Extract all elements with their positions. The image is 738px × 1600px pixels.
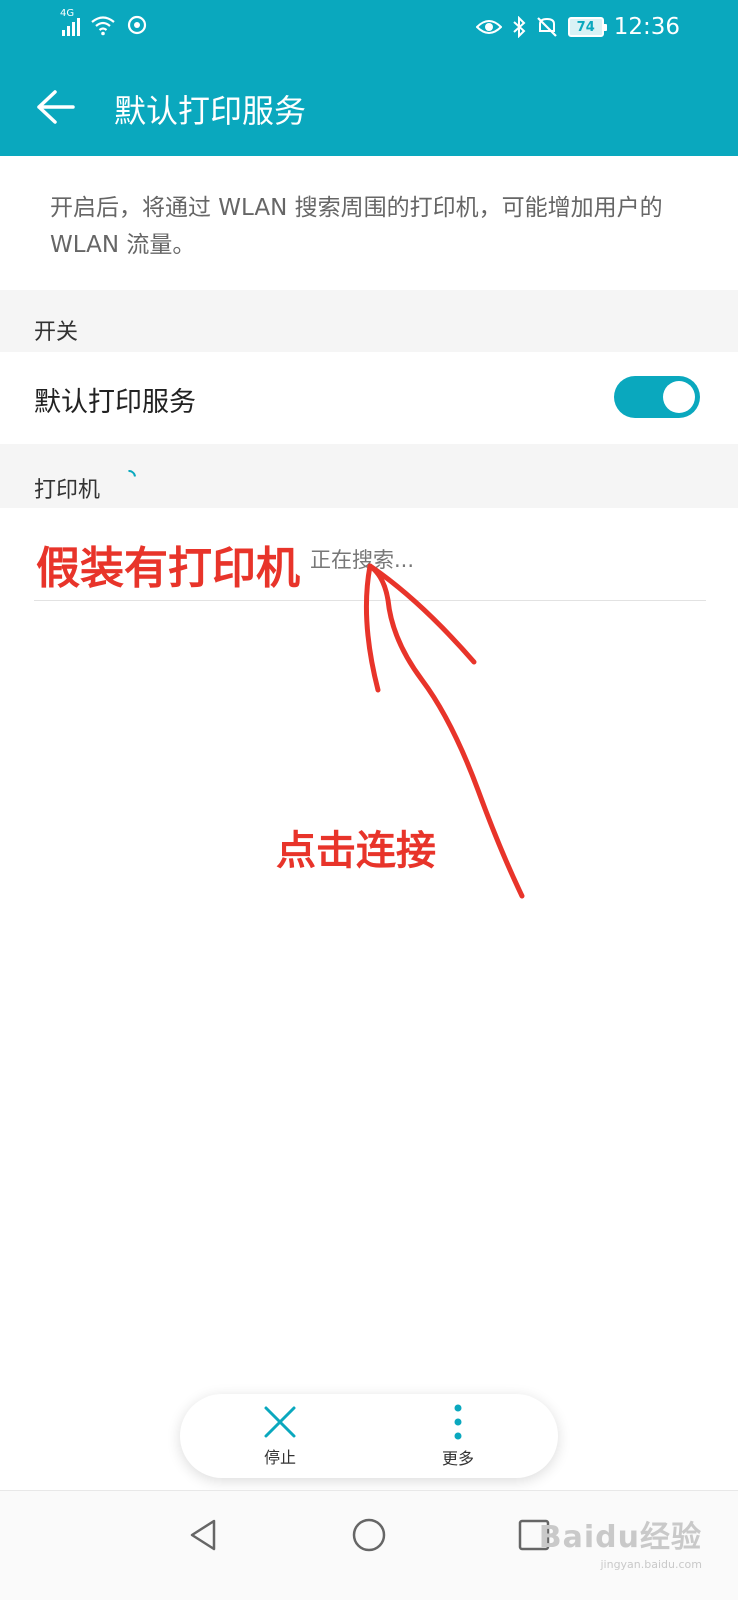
annotation-fake-printer: 假装有打印机 [36,543,300,594]
status-bar: 4G 74 12:36 [0,0,738,58]
bottom-toolbar: 停止 更多 [180,1394,558,1478]
bluetooth-icon [513,16,526,38]
more-vertical-icon [454,1404,462,1440]
signal-icon: 4G [60,8,80,36]
description-text: 开启后，将通过 WLAN 搜索周围的打印机，可能增加用户的 WLAN 流量。 [50,195,663,258]
nav-home-button[interactable] [339,1505,399,1565]
searching-status: 正在搜索... [310,548,415,572]
page-title: 默认打印服务 [114,92,307,130]
section-label-printers: 打印机 [34,478,101,503]
more-button[interactable]: 更多 [398,1394,518,1478]
arrow-left-icon [37,90,75,124]
default-print-service-row[interactable]: 默认打印服务 [0,352,738,444]
divider [34,600,706,601]
wifi-icon [91,16,115,36]
printer-list: 正在搜索... [0,508,738,1520]
row-label: 默认打印服务 [34,387,196,418]
home-circle-icon [352,1518,386,1552]
app-header: 4G 74 12:36 默认打印服务 [0,0,738,156]
eye-icon [475,20,502,34]
network-type: 4G [60,8,75,19]
watermark-main: Baidu经验 [538,1520,702,1555]
clock: 12:36 [613,14,680,40]
watermark-logo: Baidu经验 jingyan.baidu.com [539,1512,702,1571]
watermark-sub: jingyan.baidu.com [600,1558,702,1571]
section-label-switch: 开关 [34,320,79,345]
service-toggle[interactable] [614,376,700,418]
annotation-click-connect: 点击连接 [276,828,436,874]
stop-label: 停止 [263,1448,296,1467]
description-panel: 开启后，将通过 WLAN 搜索周围的打印机，可能增加用户的 WLAN 流量。 [0,156,738,290]
back-triangle-icon [190,1519,216,1551]
sync-icon [127,15,147,35]
close-icon [264,1406,296,1438]
toggle-knob [663,381,695,413]
stop-button[interactable]: 停止 [220,1394,340,1478]
mute-icon [536,17,557,37]
loading-spinner-icon [119,467,139,487]
battery-level: 74 [576,19,595,35]
more-label: 更多 [441,1449,474,1468]
back-button[interactable] [30,82,80,132]
battery-icon: 74 [567,17,607,37]
nav-back-button[interactable] [174,1505,234,1565]
